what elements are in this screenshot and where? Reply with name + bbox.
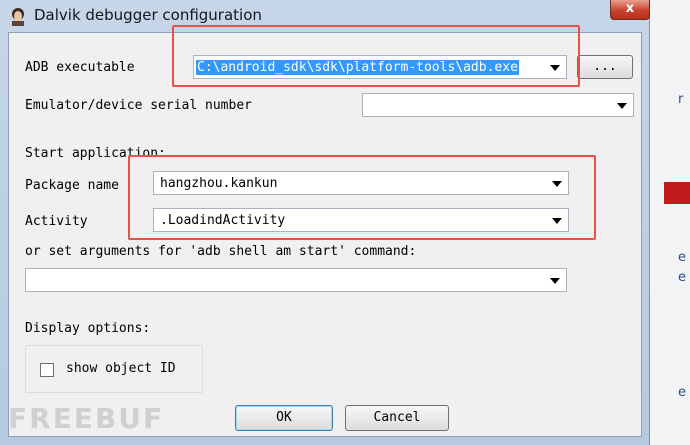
app-icon	[12, 8, 24, 26]
cancel-button[interactable]: Cancel	[345, 405, 449, 431]
browse-button[interactable]: ...	[577, 55, 633, 79]
show-object-id-label[interactable]: show object ID	[66, 361, 176, 376]
activity-label: Activity	[25, 214, 88, 229]
chevron-down-icon[interactable]	[617, 103, 627, 109]
window-title: Dalvik debugger configuration	[34, 6, 262, 24]
freebuf-watermark: FREEBUF	[8, 402, 165, 435]
show-object-id-checkbox[interactable]	[40, 363, 54, 377]
arguments-combo[interactable]	[25, 268, 567, 292]
serial-number-label: Emulator/device serial number	[25, 98, 252, 113]
background-text: e	[678, 385, 686, 400]
background-text: e	[678, 270, 686, 285]
serial-number-combo[interactable]	[362, 93, 634, 117]
background-window: r e e e	[650, 0, 690, 445]
display-options-group: show object ID	[25, 345, 203, 393]
highlight-box-app	[128, 155, 596, 240]
adb-executable-label: ADB executable	[25, 60, 135, 75]
close-button[interactable]: x	[610, 0, 650, 20]
chevron-down-icon[interactable]	[550, 278, 560, 284]
background-text: e	[678, 250, 686, 265]
arguments-label: or set arguments for 'adb shell am start…	[25, 244, 417, 259]
display-options-heading: Display options:	[25, 321, 151, 336]
package-name-label: Package name	[25, 178, 119, 193]
ok-button[interactable]: OK	[235, 405, 333, 431]
dialog-window: Dalvik debugger configuration x ADB exec…	[0, 0, 650, 445]
background-text: r	[678, 92, 684, 107]
background-red-strip	[664, 182, 690, 204]
close-icon: x	[625, 1, 635, 16]
highlight-box-adb	[172, 25, 580, 87]
